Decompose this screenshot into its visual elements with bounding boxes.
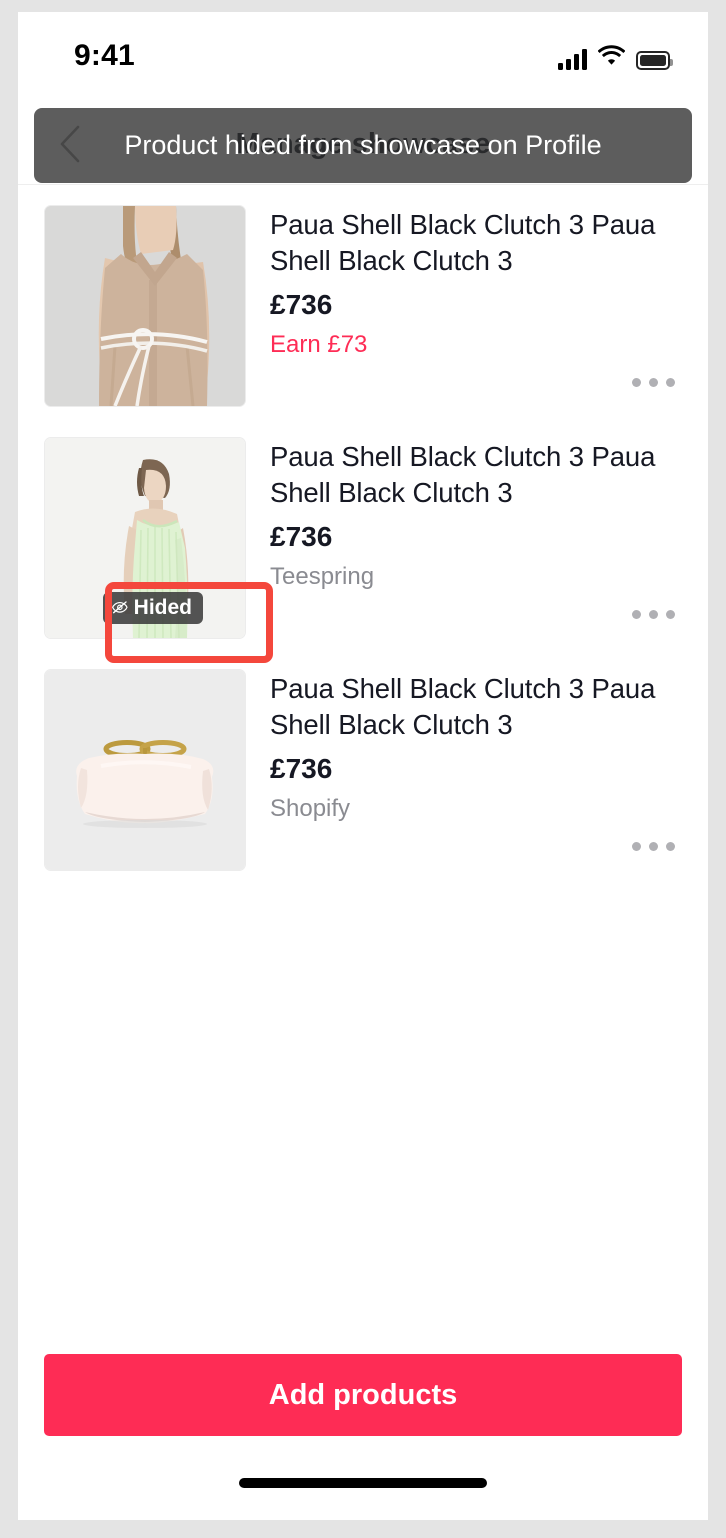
product-info: Paua Shell Black Clutch 3 Paua Shell Bla… (246, 437, 682, 649)
product-list: Paua Shell Black Clutch 3 Paua Shell Bla… (18, 185, 708, 881)
hided-badge: Hided (103, 592, 203, 624)
status-bar-time: 9:41 (74, 39, 135, 72)
status-bar-icons (558, 44, 673, 70)
screenshot-frame: 9:41 Product hided from showcase on Prof… (0, 0, 726, 1538)
product-earn-label: Earn £73 (270, 331, 368, 358)
product-thumbnail[interactable] (44, 669, 246, 871)
product-info: Paua Shell Black Clutch 3 Paua Shell Bla… (246, 205, 682, 417)
product-list-item[interactable]: Paua Shell Black Clutch 3 Paua Shell Bla… (18, 185, 708, 417)
wifi-icon (597, 44, 626, 70)
home-indicator (239, 1478, 487, 1488)
battery-full-icon (636, 51, 673, 70)
bottom-action-bar: Add products (18, 1328, 708, 1520)
toast-notification: Product hided from showcase on Profile (34, 108, 692, 183)
status-bar: 9:41 (18, 12, 708, 104)
product-image-clutch-cream (45, 670, 245, 870)
cellular-signal-icon (558, 49, 587, 70)
product-thumbnail[interactable]: Hided (44, 437, 246, 639)
hided-badge-label: Hided (133, 596, 192, 619)
more-options-button[interactable] (626, 597, 680, 631)
product-title: Paua Shell Black Clutch 3 Paua Shell Bla… (270, 673, 656, 740)
product-info: Paua Shell Black Clutch 3 Paua Shell Bla… (246, 669, 682, 881)
product-merchant: Teespring (270, 563, 375, 590)
product-merchant: Shopify (270, 795, 351, 822)
product-list-item[interactable]: Hided Paua Shell Black Clutch 3 Paua She… (18, 417, 708, 649)
product-price: £736 (270, 521, 333, 552)
phone-screen: 9:41 Product hided from showcase on Prof… (18, 12, 708, 1520)
toast-message: Product hided from showcase on Profile (124, 130, 602, 160)
product-title: Paua Shell Black Clutch 3 Paua Shell Bla… (270, 209, 656, 276)
product-price: £736 (270, 289, 333, 320)
more-options-button[interactable] (626, 829, 680, 863)
more-options-icon (631, 841, 641, 851)
product-thumbnail[interactable] (44, 205, 246, 407)
more-options-button[interactable] (626, 365, 680, 399)
product-price: £736 (270, 753, 333, 784)
product-list-item[interactable]: Paua Shell Black Clutch 3 Paua Shell Bla… (18, 649, 708, 881)
more-options-icon (631, 609, 641, 619)
add-products-button[interactable]: Add products (44, 1354, 682, 1436)
more-options-icon (631, 377, 641, 387)
product-image-dress-beige (45, 206, 245, 406)
product-title: Paua Shell Black Clutch 3 Paua Shell Bla… (270, 441, 656, 508)
eye-slash-icon (112, 601, 128, 614)
